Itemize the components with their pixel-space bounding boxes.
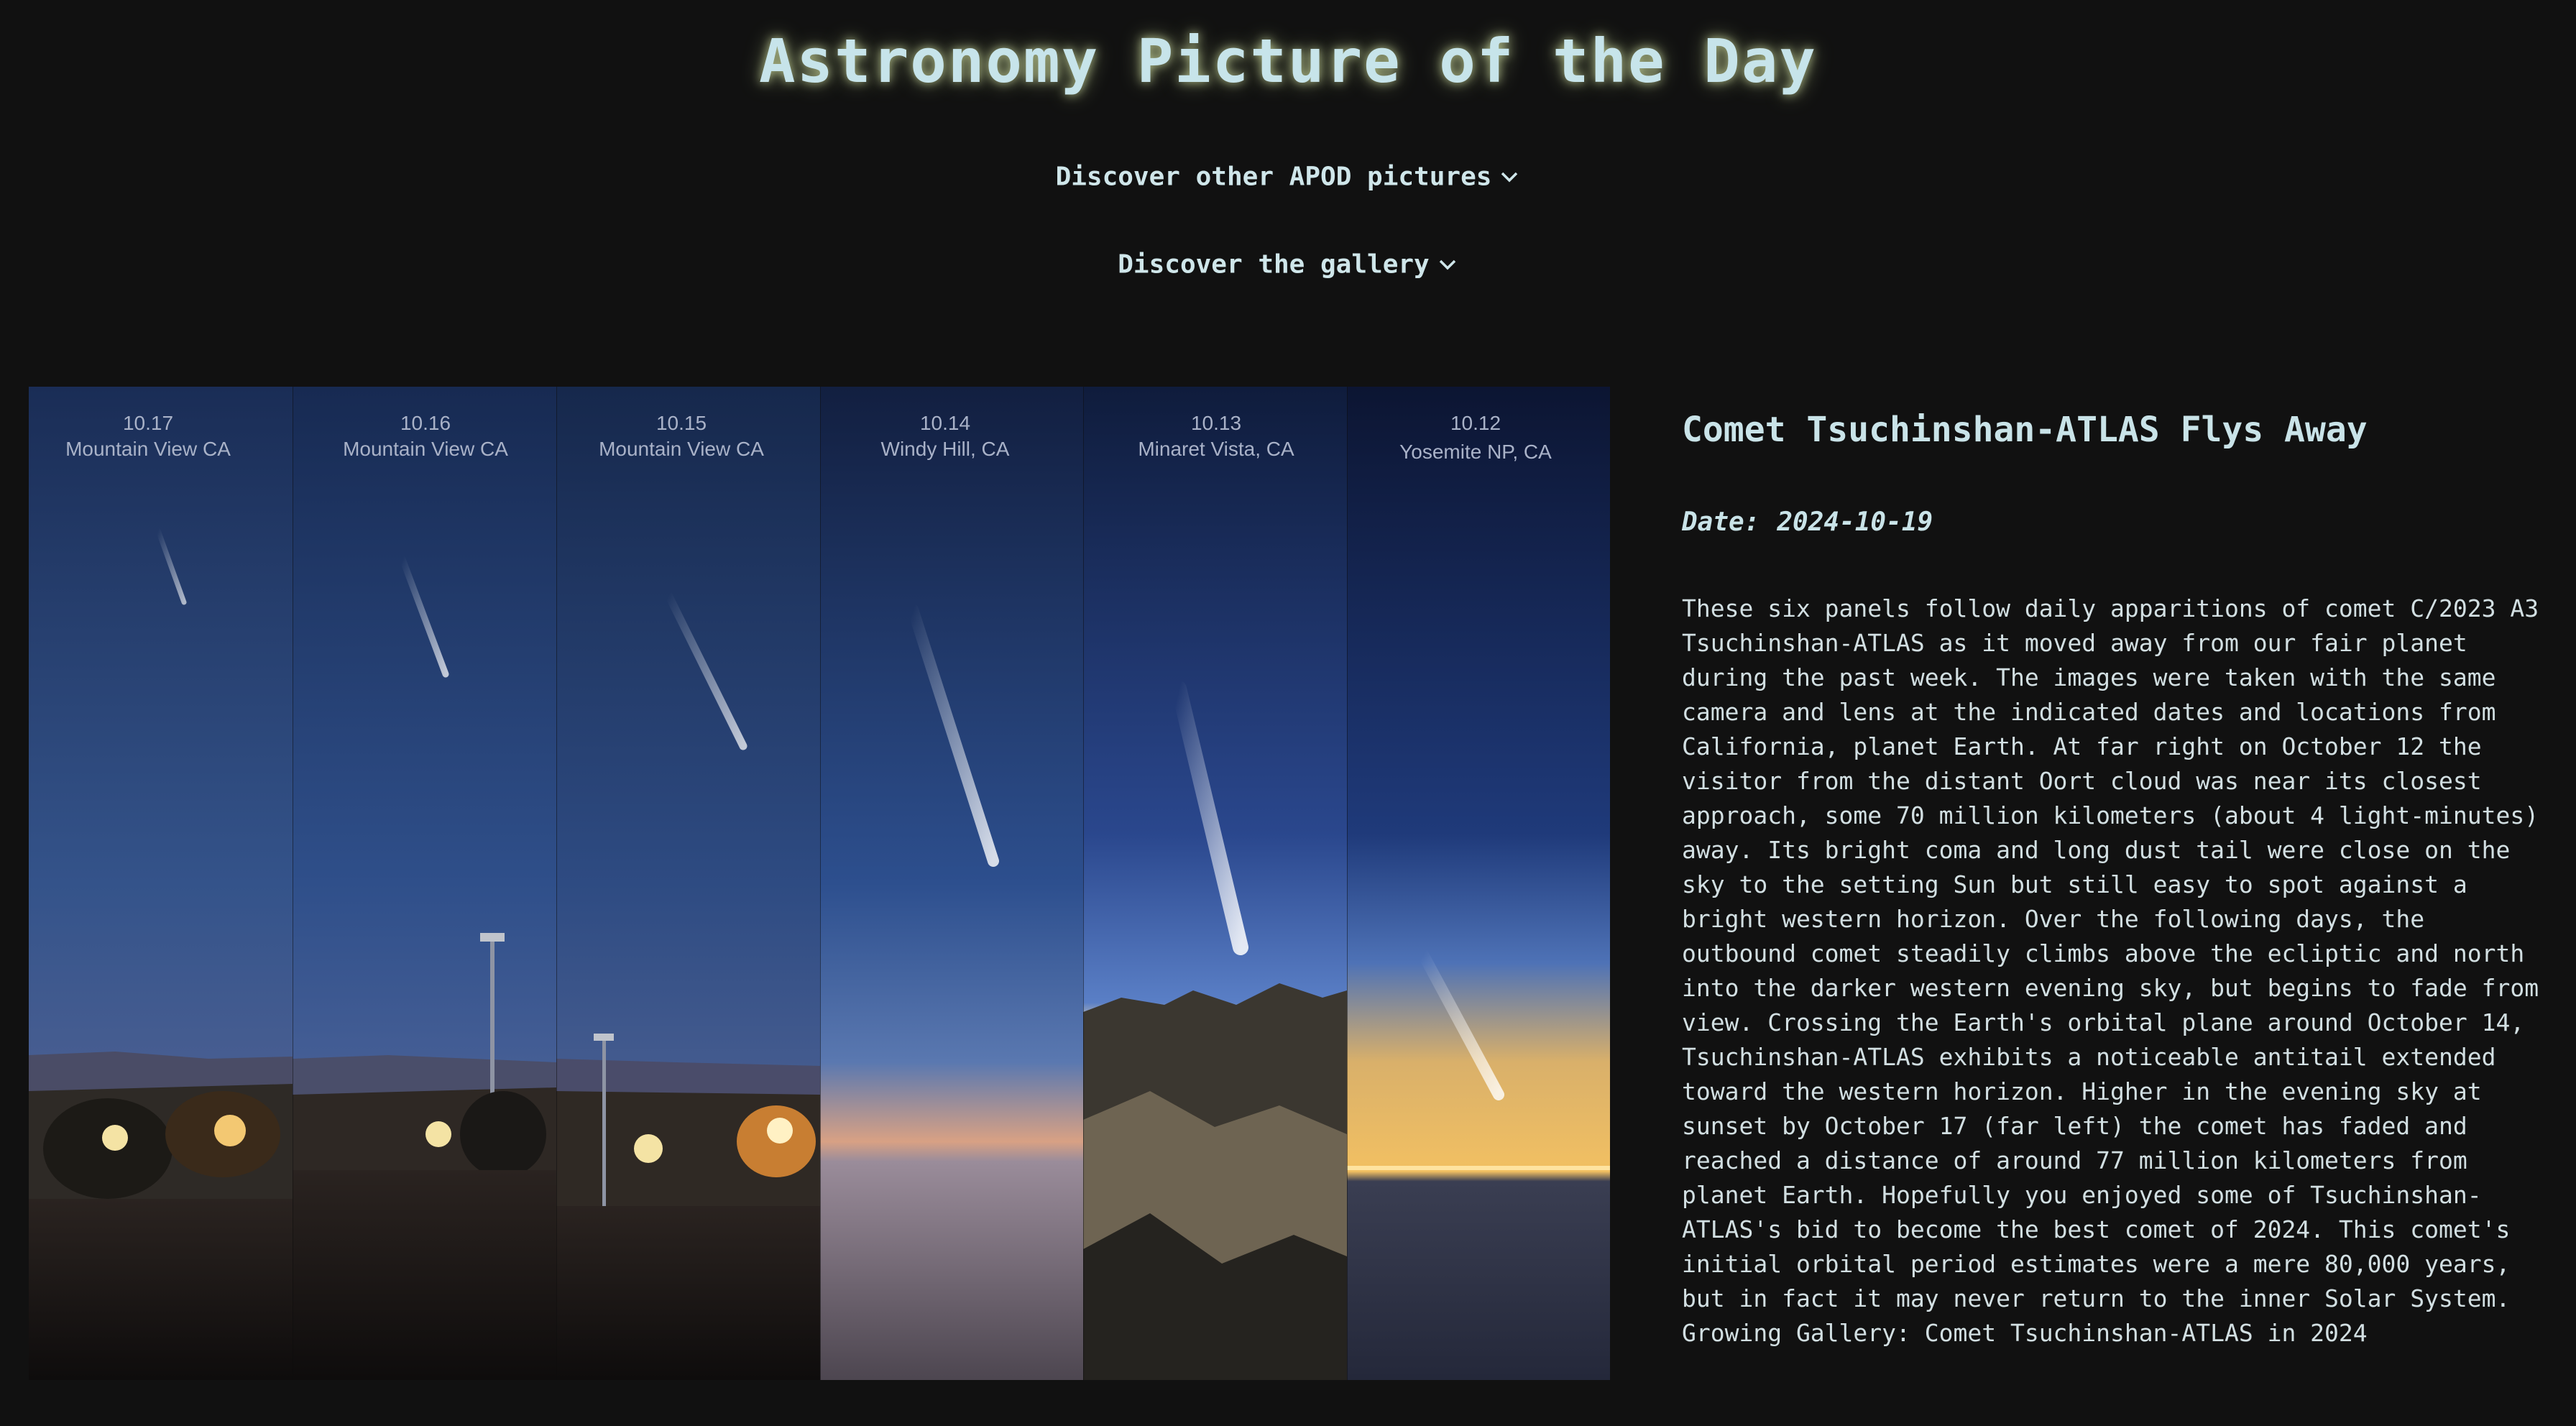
discover-gallery-label: Discover the gallery	[1118, 249, 1430, 280]
panel-date: 10.13	[1191, 412, 1241, 434]
comet-panels-image: 10.17 Mountain View CA 10.16 Mountain Vi…	[29, 387, 1610, 1380]
apod-page: Astronomy Picture of the Day Discover ot…	[0, 0, 2576, 1426]
apod-title: Comet Tsuchinshan-ATLAS Flys Away	[1682, 410, 2368, 450]
apod-image[interactable]: 10.17 Mountain View CA 10.16 Mountain Vi…	[29, 387, 1610, 1380]
panel-date: 10.16	[400, 412, 451, 434]
panel-location: Yosemite NP, CA	[1399, 441, 1552, 463]
apod-explanation: These six panels follow daily apparition…	[1682, 594, 2539, 1312]
date-label: Date:	[1682, 507, 1760, 537]
panel-location: Minaret Vista, CA	[1138, 438, 1294, 460]
chevron-down-icon	[1501, 172, 1518, 183]
site-title: Astronomy Picture of the Day	[758, 26, 1818, 96]
date-value: 2024-10-19	[1777, 507, 1933, 537]
chevron-down-icon	[1439, 259, 1455, 270]
discover-gallery-dropdown[interactable]: Discover the gallery	[0, 249, 2576, 280]
discover-apod-dropdown[interactable]: Discover other APOD pictures	[0, 161, 2576, 192]
discover-apod-label: Discover other APOD pictures	[1055, 162, 1492, 192]
panel-location: Mountain View CA	[65, 438, 231, 460]
panel-location: Mountain View CA	[599, 438, 764, 460]
apod-date: Date: 2024-10-19	[1682, 507, 2544, 537]
panel-location: Windy Hill, CA	[881, 438, 1010, 460]
panel-location: Mountain View CA	[343, 438, 508, 460]
panel-date: 10.15	[656, 412, 707, 434]
apod-info: Comet Tsuchinshan-ATLAS Flys Away Date: 2…	[1682, 410, 2544, 1351]
panel-date: 10.12	[1450, 412, 1501, 434]
panel-date: 10.14	[920, 412, 970, 434]
panel-date: 10.17	[123, 412, 173, 434]
gallery-link[interactable]: Growing Gallery: Comet Tsuchinshan-ATLAS…	[1682, 1316, 2544, 1351]
